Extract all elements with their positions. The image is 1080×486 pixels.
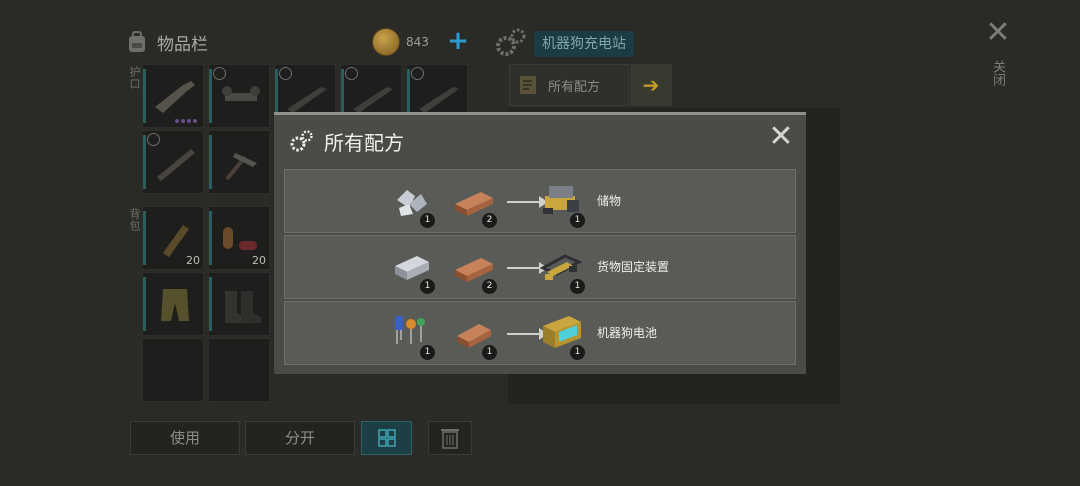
gears-icon <box>290 130 313 152</box>
add-coins-button[interactable]: + <box>446 28 470 54</box>
output-item: 1 <box>539 310 585 360</box>
output-qty: 1 <box>570 279 585 294</box>
pill-capsule-icon <box>223 227 257 250</box>
inventory-slot[interactable] <box>208 338 270 402</box>
grid-icon <box>377 429 396 447</box>
grid-view-button[interactable] <box>361 421 412 455</box>
close-label[interactable]: 关闭 <box>988 60 1007 86</box>
recipe-row[interactable]: 1 2 1 储物 <box>284 169 796 233</box>
inventory-slot[interactable] <box>142 338 204 402</box>
recipe-row[interactable]: 1 2 1 货物固定装置 <box>284 235 796 299</box>
drone-icon <box>222 86 260 101</box>
output-qty: 1 <box>570 345 585 360</box>
trash-button[interactable] <box>428 421 472 455</box>
rifle-icon <box>287 87 327 113</box>
inventory-slot[interactable]: 20 <box>208 206 270 270</box>
arrow-right-icon <box>507 333 543 335</box>
station-name: 机器狗充电站 <box>534 31 634 57</box>
section-label-equipped: 护口 <box>128 66 141 90</box>
trash-icon <box>441 429 459 449</box>
output-name: 机器狗电池 <box>597 326 658 340</box>
rifle-icon <box>419 87 459 113</box>
coin-display: 843 <box>372 26 429 58</box>
output-name: 储物 <box>597 194 622 208</box>
all-recipes-dialog: 所有配方 ✕ 1 2 1 储物 1 2 1 货物固定装置 1 1 1 机器狗电池 <box>274 112 806 374</box>
rifle-icon <box>353 87 393 113</box>
inventory-title: 物品栏 <box>157 34 208 55</box>
inventory-slot[interactable] <box>142 64 204 128</box>
slot-count: 20 <box>252 254 266 267</box>
all-recipes-tab-label: 所有配方 <box>548 79 601 95</box>
use-button[interactable]: 使用 <box>130 421 240 455</box>
all-recipes-tab[interactable]: 所有配方 <box>509 64 629 106</box>
pickaxe-icon <box>225 153 257 181</box>
inventory-slot[interactable] <box>208 130 270 194</box>
ingredient: 2 <box>451 178 497 228</box>
pants-icon <box>161 289 189 321</box>
output-name: 货物固定装置 <box>597 260 670 274</box>
ingredient: 1 <box>389 178 435 228</box>
ingredient-qty: 2 <box>482 279 497 294</box>
grenade-bundle-icon <box>163 225 189 257</box>
rocket-launcher-icon <box>157 149 195 181</box>
ingredient-qty: 1 <box>420 279 435 294</box>
inventory-slot[interactable]: 20 <box>142 206 204 270</box>
inventory-header: 物品栏 <box>125 26 208 58</box>
recipe-book-icon <box>520 76 536 94</box>
coin-count: 843 <box>406 35 429 49</box>
dialog-title: 所有配方 <box>290 123 404 159</box>
backpack-icon <box>129 31 145 52</box>
dialog-title-text: 所有配方 <box>324 130 404 155</box>
arrow-right-icon <box>507 267 543 269</box>
gears-icon <box>496 28 526 56</box>
close-icon[interactable]: ✕ <box>766 122 796 153</box>
slot-count: 20 <box>186 254 200 267</box>
close-icon[interactable]: ✕ <box>982 18 1014 50</box>
ingredient-qty: 1 <box>420 345 435 360</box>
split-button[interactable]: 分开 <box>245 421 355 455</box>
recipe-row[interactable]: 1 1 1 机器狗电池 <box>284 301 796 365</box>
output-item: 1 <box>539 178 585 228</box>
coin-icon <box>372 28 400 56</box>
arrow-right-icon <box>507 201 543 203</box>
ingredient-qty: 1 <box>482 345 497 360</box>
ingredient: 1 <box>389 244 435 294</box>
section-label-backpack: 背包 <box>128 208 141 232</box>
inventory-slot[interactable] <box>208 272 270 336</box>
assault-rifle-icon <box>155 81 195 113</box>
output-item: 1 <box>539 244 585 294</box>
ingredient-qty: 1 <box>420 213 435 228</box>
ingredient: 1 <box>389 310 435 360</box>
output-qty: 1 <box>570 213 585 228</box>
ingredient: 2 <box>451 244 497 294</box>
ingredient-qty: 2 <box>482 213 497 228</box>
ingredient: 1 <box>451 310 497 360</box>
inventory-slot[interactable] <box>142 130 204 194</box>
boots-icon <box>225 291 261 323</box>
inventory-slot[interactable] <box>208 64 270 128</box>
arrow-right-icon[interactable]: ➔ <box>630 64 672 106</box>
inventory-slot[interactable] <box>142 272 204 336</box>
